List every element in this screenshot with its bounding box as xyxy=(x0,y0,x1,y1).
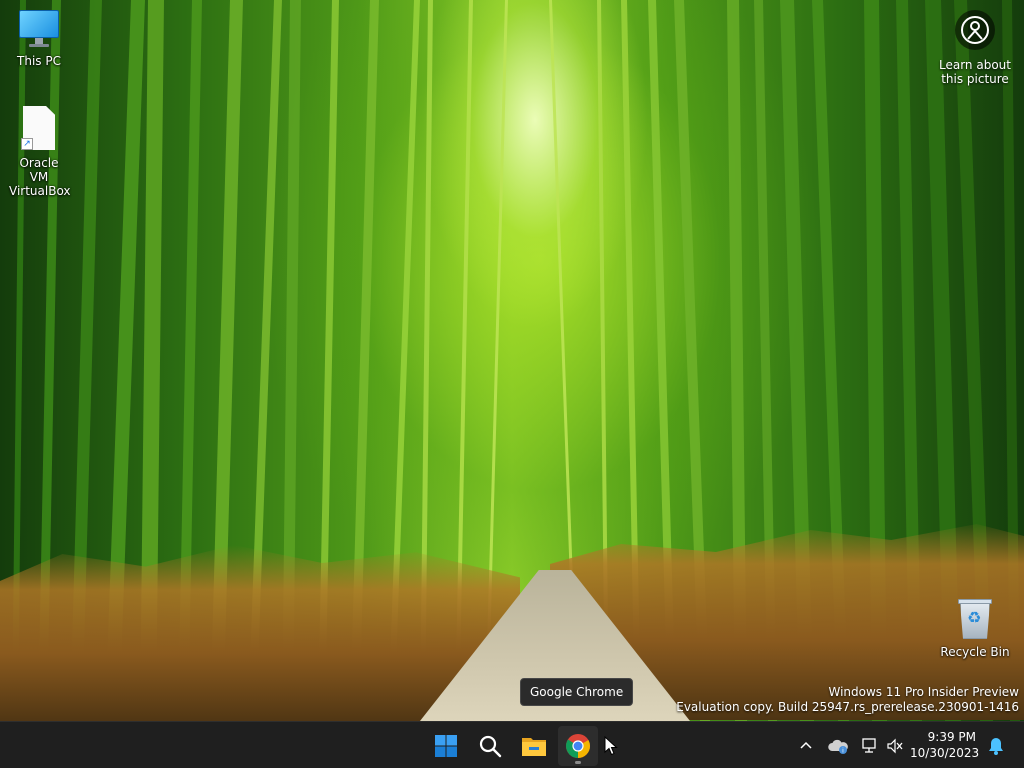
notifications-button[interactable] xyxy=(984,722,1008,768)
chrome-button[interactable] xyxy=(558,726,598,766)
folder-icon xyxy=(522,738,546,756)
learn-about-picture[interactable]: Learn about this picture xyxy=(935,10,1015,86)
clock-time: 9:39 PM xyxy=(927,730,976,744)
search-icon xyxy=(479,735,502,758)
search-button[interactable] xyxy=(470,726,510,766)
desktop-wallpaper xyxy=(0,0,1024,721)
camera-icon xyxy=(955,10,995,50)
network-button[interactable] xyxy=(858,722,880,768)
show-hidden-icons-button[interactable] xyxy=(796,722,816,768)
recycle-bin-icon: ♻ xyxy=(955,597,995,641)
onedrive-icon: i xyxy=(828,739,848,754)
evaluation-watermark: Windows 11 Pro Insider Preview Evaluatio… xyxy=(676,685,1019,715)
taskbar: i 9:39 PM 10/30/2023 xyxy=(0,721,1024,768)
file-explorer-button[interactable] xyxy=(514,726,554,766)
taskbar-clock[interactable]: 9:39 PM 10/30/2023 xyxy=(910,729,980,761)
learn-about-picture-label: Learn about this picture xyxy=(939,58,1011,86)
desktop-icon-label: Oracle VM VirtualBox xyxy=(9,156,71,198)
chrome-tooltip: Google Chrome xyxy=(520,678,634,706)
volume-button[interactable] xyxy=(884,722,906,768)
watermark-line-2: Evaluation copy. Build 25947.rs_prerelea… xyxy=(676,700,1019,714)
chrome-icon xyxy=(566,734,590,758)
windows-logo-icon xyxy=(435,735,457,757)
watermark-line-1: Windows 11 Pro Insider Preview xyxy=(828,685,1019,699)
clock-date: 10/30/2023 xyxy=(910,746,980,760)
shortcut-file-icon: ↗ xyxy=(19,106,59,152)
volume-muted-icon xyxy=(887,738,903,753)
start-button[interactable] xyxy=(426,726,466,766)
network-icon xyxy=(862,737,876,753)
onedrive-button[interactable]: i xyxy=(826,722,850,768)
desktop-icon-recycle-bin[interactable]: ♻ Recycle Bin xyxy=(937,597,1013,659)
desktop-icon-virtualbox[interactable]: ↗ Oracle VM VirtualBox xyxy=(1,106,77,198)
desktop-icon-label: Recycle Bin xyxy=(940,645,1010,659)
desktop-icon-this-pc[interactable]: This PC xyxy=(1,8,77,68)
mouse-cursor-icon xyxy=(604,736,618,756)
notification-bell-icon xyxy=(989,737,1003,755)
monitor-icon xyxy=(18,8,60,50)
desktop-icon-label: This PC xyxy=(17,54,61,68)
chevron-up-icon xyxy=(800,741,812,749)
